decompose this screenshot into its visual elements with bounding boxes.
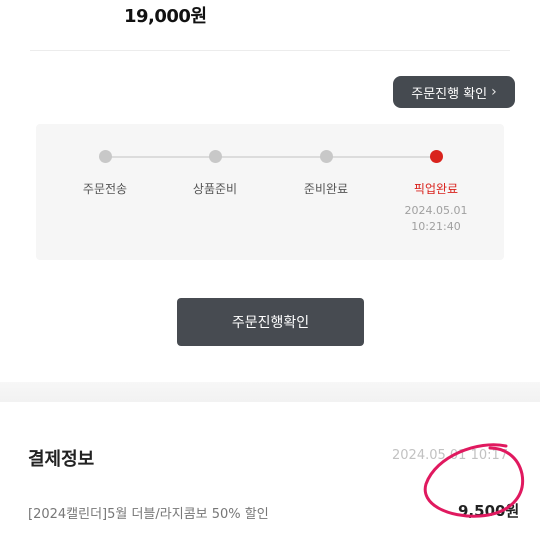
payment-info-title: 결제정보 bbox=[28, 449, 95, 470]
handwritten-circle-annotation bbox=[423, 443, 525, 518]
order-status-check-label: 주문진행 확인 bbox=[411, 86, 488, 102]
progress-step-order-sent: 주문전송 bbox=[55, 150, 155, 197]
progress-step-picked-up: 픽업완료 2024.05.01 10:21:40 bbox=[386, 150, 486, 235]
section-separator bbox=[0, 382, 540, 402]
chevron-right-icon: › bbox=[491, 84, 497, 100]
step-dot bbox=[319, 150, 333, 163]
divider bbox=[30, 50, 510, 51]
total-price: 19,000원 bbox=[124, 6, 207, 27]
step-dot bbox=[98, 150, 112, 163]
order-status-check-button[interactable]: 주문진행 확인 › bbox=[393, 76, 515, 108]
step-label: 픽업완료 bbox=[413, 182, 459, 196]
step-date-day: 2024.05.01 bbox=[404, 204, 468, 217]
step-dot-active bbox=[429, 150, 443, 163]
step-date-time: 10:21:40 bbox=[411, 220, 461, 233]
step-label: 준비완료 bbox=[303, 182, 349, 196]
progress-step-preparing: 상품준비 bbox=[165, 150, 265, 197]
step-label: 주문전송 bbox=[82, 182, 128, 196]
step-dot bbox=[208, 150, 222, 163]
step-date: 2024.05.01 10:21:40 bbox=[386, 203, 486, 235]
confirm-order-progress-label: 주문진행확인 bbox=[231, 315, 310, 331]
step-label: 상품준비 bbox=[192, 182, 238, 196]
progress-step-ready: 준비완료 bbox=[276, 150, 376, 197]
payment-item-name: [2024캘린더]5월 더블/라지콤보 50% 할인 bbox=[28, 507, 269, 522]
confirm-order-progress-button[interactable]: 주문진행확인 bbox=[177, 298, 364, 346]
